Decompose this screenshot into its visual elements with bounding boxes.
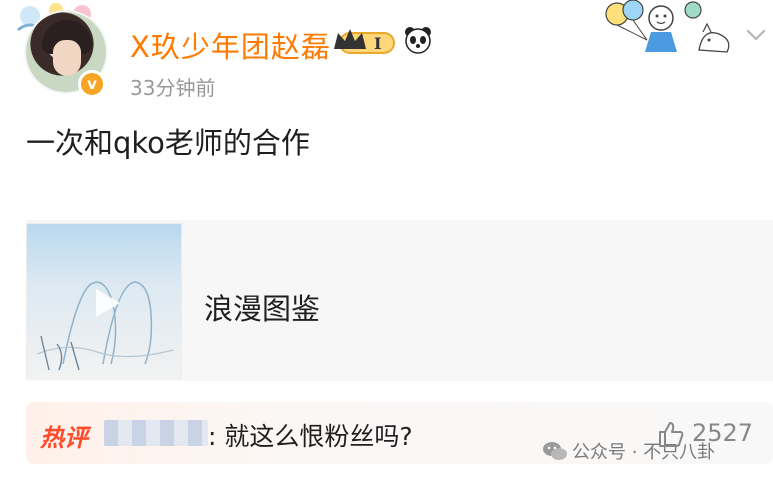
video-title[interactable]: 浪漫图鉴 bbox=[204, 286, 320, 328]
post-text: 一次和qko老师的合作 bbox=[26, 126, 310, 160]
username[interactable]: X玖少年团赵磊 bbox=[130, 24, 331, 66]
thumbs-up-icon[interactable] bbox=[656, 419, 686, 449]
verified-badge-icon: v bbox=[78, 70, 106, 98]
verified-mark: v bbox=[87, 75, 97, 93]
balloon-decoration bbox=[605, 0, 730, 53]
post-header: v X玖少年团赵磊 I 33分钟前 bbox=[0, 0, 773, 110]
video-thumbnail[interactable] bbox=[26, 223, 182, 379]
hot-comment[interactable]: 热评 : 就这么恨粉丝吗? 公众号 · 不只八卦 2527 bbox=[26, 402, 773, 464]
video-card[interactable]: 浪漫图鉴 bbox=[26, 220, 773, 381]
like-count: 2527 bbox=[692, 419, 754, 447]
wechat-icon bbox=[543, 442, 567, 460]
post-timestamp: 33分钟前 bbox=[130, 76, 216, 100]
member-badge: I bbox=[334, 29, 395, 54]
member-level: I bbox=[374, 34, 381, 53]
hot-comment-text: : 就这么恨粉丝吗? bbox=[208, 422, 413, 451]
hot-comment-label: 热评 bbox=[40, 424, 88, 452]
panda-icon bbox=[405, 27, 431, 54]
play-icon[interactable] bbox=[82, 281, 126, 325]
avatar-face bbox=[53, 40, 81, 76]
chevron-down-icon[interactable] bbox=[743, 22, 769, 48]
commenter-name-blurred bbox=[104, 420, 208, 446]
